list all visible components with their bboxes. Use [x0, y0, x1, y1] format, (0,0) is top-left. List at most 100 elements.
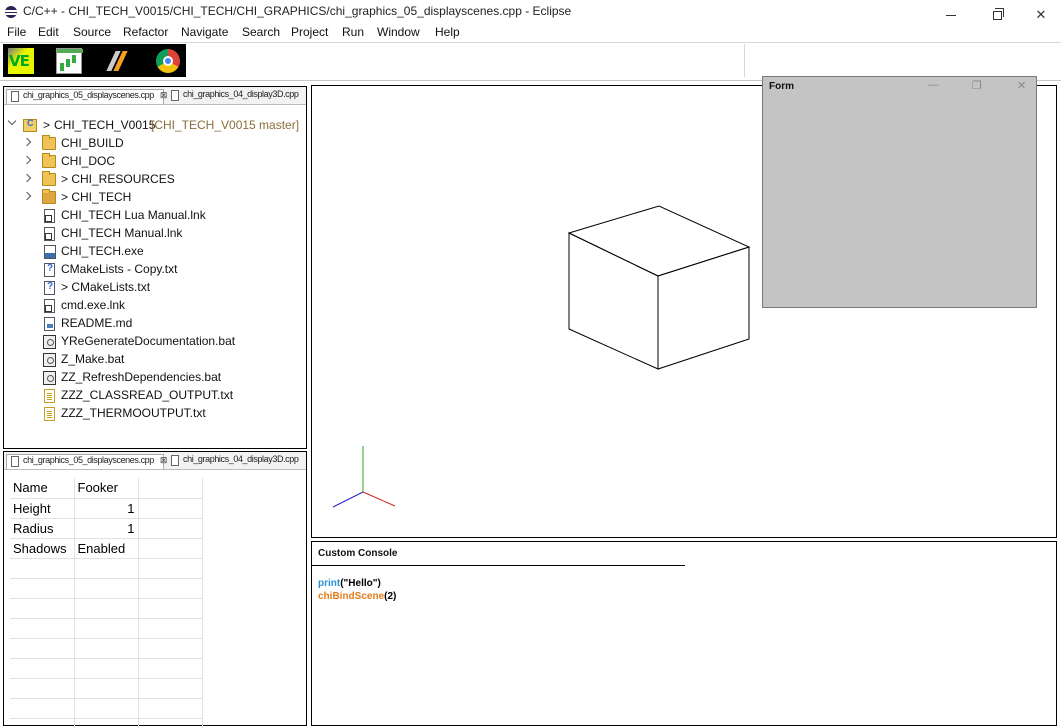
lightning-app-button[interactable] — [106, 48, 134, 74]
tree-item[interactable]: CMakeLists - Copy.txt — [4, 261, 304, 279]
form-maximize-button[interactable]: ❐ — [972, 79, 982, 92]
explorer-tab-display3d[interactable]: chi_graphics_04_display3D.cpp — [167, 89, 299, 104]
property-extra — [138, 498, 203, 519]
menu-window[interactable]: Window — [377, 25, 420, 39]
project-dirty-marker: > — [43, 118, 51, 132]
tree-item[interactable]: YReGenerateDocumentation.bat — [4, 333, 304, 351]
tree-item[interactable]: cmd.exe.lnk — [4, 297, 304, 315]
property-value[interactable]: Enabled — [74, 538, 139, 559]
console-function: chiBindScene — [318, 591, 385, 602]
chrome-button[interactable] — [155, 48, 181, 74]
tree-item-label: YReGenerateDocumentation.bat — [61, 334, 236, 348]
cube-left-face — [568, 232, 659, 370]
chevron-down-icon[interactable] — [7, 116, 17, 126]
form-window[interactable]: Form — ❐ ✕ — [762, 76, 1037, 308]
tree-item-label: ZZ_RefreshDependencies.bat — [61, 370, 222, 384]
chevron-right-icon[interactable] — [22, 173, 32, 183]
property-key: Name — [10, 478, 75, 499]
batch-file-icon — [43, 335, 56, 349]
menu-project[interactable]: Project — [291, 25, 328, 39]
property-row[interactable]: Radius 1 — [10, 518, 203, 539]
property-value[interactable]: 1 — [74, 518, 139, 539]
menu-file[interactable]: File — [7, 25, 26, 39]
tree-item[interactable]: > CMakeLists.txt — [4, 279, 304, 297]
explorer-tab-displayscenes[interactable]: chi_graphics_05_displayscenes.cpp ⊠ — [6, 89, 168, 104]
text-file-icon — [44, 407, 55, 421]
menu-source[interactable]: Source — [73, 25, 111, 39]
console-line[interactable]: print("Hello") — [318, 578, 381, 589]
tree-item[interactable]: > CHI_RESOURCES — [4, 171, 304, 189]
property-value[interactable]: Fooker — [74, 478, 139, 499]
tree-item[interactable]: Z_Make.bat — [4, 351, 304, 369]
properties-tab-display3d[interactable]: chi_graphics_04_display3D.cpp — [167, 454, 299, 469]
menu-search[interactable]: Search — [242, 25, 280, 39]
folder-icon — [42, 135, 56, 150]
tree-item[interactable]: CHI_BUILD — [4, 135, 304, 153]
tree-item[interactable]: CHI_TECH Manual.lnk — [4, 225, 304, 243]
chevron-right-icon[interactable] — [22, 155, 32, 165]
property-key: Shadows — [10, 538, 75, 559]
menu-help[interactable]: Help — [435, 25, 460, 39]
console-args: (2) — [384, 591, 397, 602]
properties-tab-displayscenes[interactable]: chi_graphics_05_displayscenes.cpp ⊠ — [6, 454, 168, 469]
property-key: Radius — [10, 518, 75, 539]
exe-file-icon — [44, 245, 56, 259]
chevron-right-icon[interactable] — [22, 137, 32, 147]
z-axis-line — [332, 491, 364, 508]
property-row[interactable]: Height 1 — [10, 498, 203, 519]
tree-item[interactable]: ZZZ_THERMOOUTPUT.txt — [4, 405, 304, 423]
cpp-file-icon — [11, 456, 19, 467]
form-minimize-button[interactable]: — — [928, 79, 939, 91]
tree-item[interactable]: CHI_DOC — [4, 153, 304, 171]
property-row[interactable]: Name Fooker — [10, 478, 203, 499]
cpp-project-icon — [23, 118, 37, 132]
tree-item[interactable]: > CHI_TECH — [4, 189, 304, 207]
property-grid: Name Fooker Height 1 Radius 1 Shadows En… — [10, 478, 203, 728]
tree-item-label: > CHI_TECH — [61, 190, 132, 204]
folder-icon — [42, 171, 56, 186]
title-bar: C/C++ - CHI_TECH_V0015/CHI_TECH/CHI_GRAP… — [0, 0, 1061, 24]
ve-app-button[interactable]: VE — [8, 48, 34, 74]
menu-run[interactable]: Run — [342, 25, 364, 39]
eclipse-icon — [5, 6, 17, 18]
tree-item[interactable]: CHI_TECH.exe — [4, 243, 304, 261]
tree-item[interactable]: CHI_TECH Lua Manual.lnk — [4, 207, 304, 225]
tab-label: chi_graphics_04_display3D.cpp — [183, 89, 299, 99]
window-title: C/C++ - CHI_TECH_V0015/CHI_TECH/CHI_GRAP… — [23, 4, 572, 18]
chart-app-button[interactable] — [56, 48, 83, 74]
toolbar-separator — [744, 44, 745, 77]
menu-refactor[interactable]: Refactor — [123, 25, 168, 39]
tree-item-label: cmd.exe.lnk — [61, 298, 126, 312]
console-line[interactable]: chiBindScene(2) — [318, 591, 396, 602]
quick-launch-toolbar: VE — [3, 44, 186, 77]
tree-item[interactable]: ZZ_RefreshDependencies.bat — [4, 369, 304, 387]
tree-item-label: CHI_TECH Lua Manual.lnk — [61, 208, 206, 222]
tree-item[interactable]: ZZZ_CLASSREAD_OUTPUT.txt — [4, 387, 304, 405]
property-row[interactable]: Shadows Enabled — [10, 538, 203, 559]
empty-row — [10, 578, 203, 599]
tree-item-label: Z_Make.bat — [61, 352, 125, 366]
source-folder-icon — [42, 189, 56, 204]
cube-top-face — [567, 205, 751, 277]
tab-close-icon[interactable]: ⊠ — [160, 455, 168, 465]
menu-navigate[interactable]: Navigate — [181, 25, 228, 39]
form-title: Form — [769, 81, 794, 92]
chevron-right-icon[interactable] — [22, 191, 32, 201]
form-close-button[interactable]: ✕ — [1017, 79, 1026, 92]
cpp-file-icon — [171, 455, 179, 466]
properties-tab-strip: chi_graphics_05_displayscenes.cpp ⊠ chi_g… — [4, 452, 306, 470]
custom-console-panel[interactable]: Custom Console print("Hello") chiBindSce… — [311, 541, 1057, 726]
property-extra — [138, 518, 203, 539]
tab-close-icon[interactable]: ⊠ — [160, 90, 168, 100]
ve-app-icon: VE — [9, 52, 30, 70]
property-value[interactable]: 1 — [74, 498, 139, 519]
tree-project-root[interactable]: > CHI_TECH_V0015 [CHI_TECH_V0015 master] — [4, 116, 304, 135]
minimize-icon — [946, 14, 956, 16]
batch-file-icon — [43, 371, 56, 385]
link-file-icon — [44, 209, 55, 223]
menu-edit[interactable]: Edit — [38, 25, 59, 39]
tree-item[interactable]: README.md — [4, 315, 304, 333]
property-extra — [138, 478, 203, 499]
explorer-tab-strip: chi_graphics_05_displayscenes.cpp ⊠ chi_g… — [4, 87, 306, 105]
tree-item-label: > CHI_RESOURCES — [61, 172, 175, 186]
